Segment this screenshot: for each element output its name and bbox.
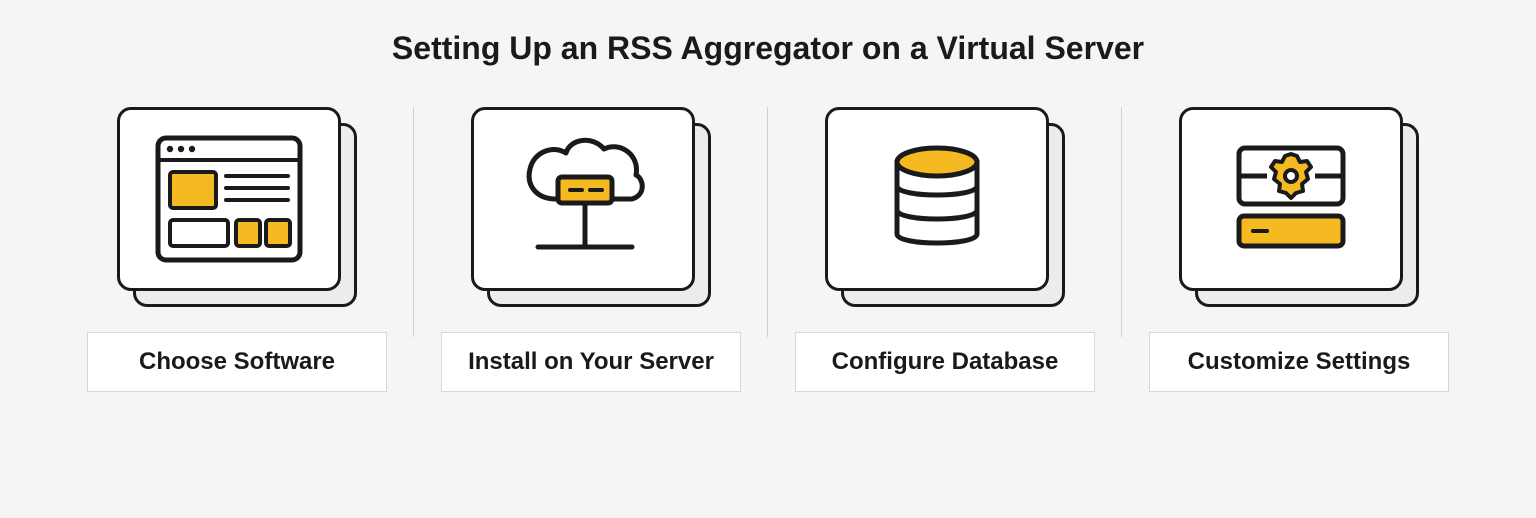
card-stack <box>471 107 711 307</box>
step-choose-software: Choose Software <box>60 107 414 392</box>
step-label: Customize Settings <box>1149 332 1449 392</box>
step-install-server: Install on Your Server <box>414 107 768 392</box>
step-customize-settings: Customize Settings <box>1122 107 1476 392</box>
steps-row: Choose Software Install on Your Serve <box>60 107 1476 392</box>
step-label: Choose Software <box>87 332 387 392</box>
card-stack <box>1179 107 1419 307</box>
card-stack <box>117 107 357 307</box>
front-card <box>471 107 695 291</box>
front-card <box>1179 107 1403 291</box>
front-card <box>825 107 1049 291</box>
gear-settings-icon <box>1221 134 1361 264</box>
step-label: Install on Your Server <box>441 332 741 392</box>
page-title: Setting Up an RSS Aggregator on a Virtua… <box>60 30 1476 67</box>
browser-layout-icon <box>154 134 304 264</box>
front-card <box>117 107 341 291</box>
step-configure-database: Configure Database <box>768 107 1122 392</box>
card-stack <box>825 107 1065 307</box>
database-icon <box>877 134 997 264</box>
cloud-download-icon <box>508 129 658 269</box>
step-label: Configure Database <box>795 332 1095 392</box>
